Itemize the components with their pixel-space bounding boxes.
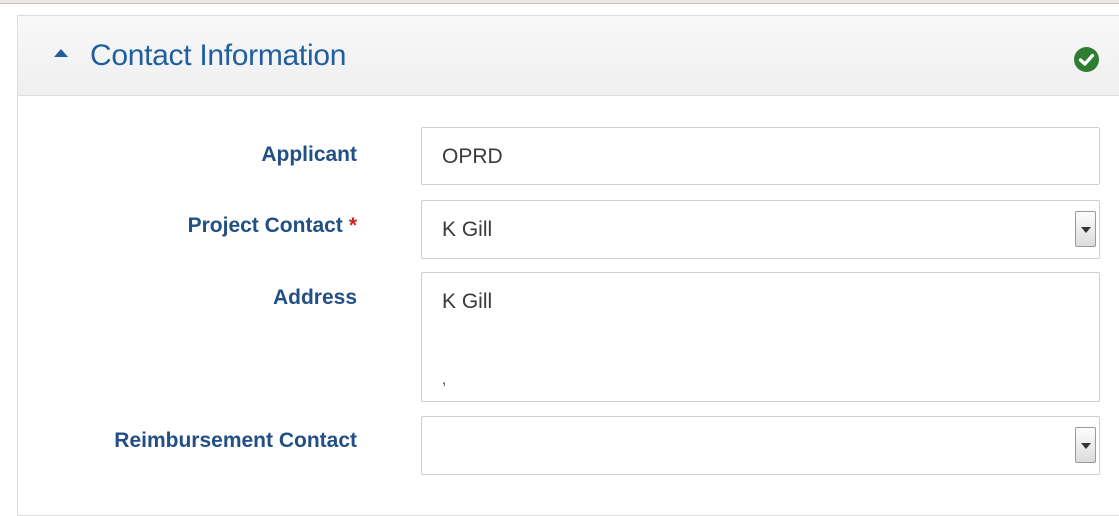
panel-header[interactable]: Contact Information xyxy=(18,16,1119,96)
reimbursement-contact-dropdown-button[interactable] xyxy=(1075,427,1096,463)
reimbursement-contact-label: Reimbursement Contact xyxy=(114,429,357,452)
project-contact-select[interactable]: K Gill xyxy=(421,200,1100,259)
project-contact-value: K Gill xyxy=(442,218,493,241)
project-contact-label-text: Project Contact xyxy=(187,214,343,237)
contact-information-panel: Contact Information Applicant OPRD Proje… xyxy=(17,15,1119,516)
panel-title: Contact Information xyxy=(90,39,347,72)
check-circle-icon xyxy=(1074,47,1099,72)
project-contact-dropdown-button[interactable] xyxy=(1075,211,1096,247)
address-label: Address xyxy=(272,286,357,309)
address-line-1: K Gill xyxy=(442,290,493,313)
applicant-field[interactable]: OPRD xyxy=(421,127,1100,185)
collapse-caret-icon[interactable] xyxy=(54,49,68,57)
top-divider xyxy=(0,0,1119,4)
address-field[interactable]: K Gill , xyxy=(421,272,1100,402)
applicant-value: OPRD xyxy=(442,145,503,168)
applicant-label: Applicant xyxy=(261,143,357,166)
required-mark: * xyxy=(348,214,357,237)
reimbursement-contact-select[interactable] xyxy=(421,416,1100,475)
project-contact-label: Project Contact * xyxy=(188,213,357,239)
address-line-2: , xyxy=(442,371,447,388)
